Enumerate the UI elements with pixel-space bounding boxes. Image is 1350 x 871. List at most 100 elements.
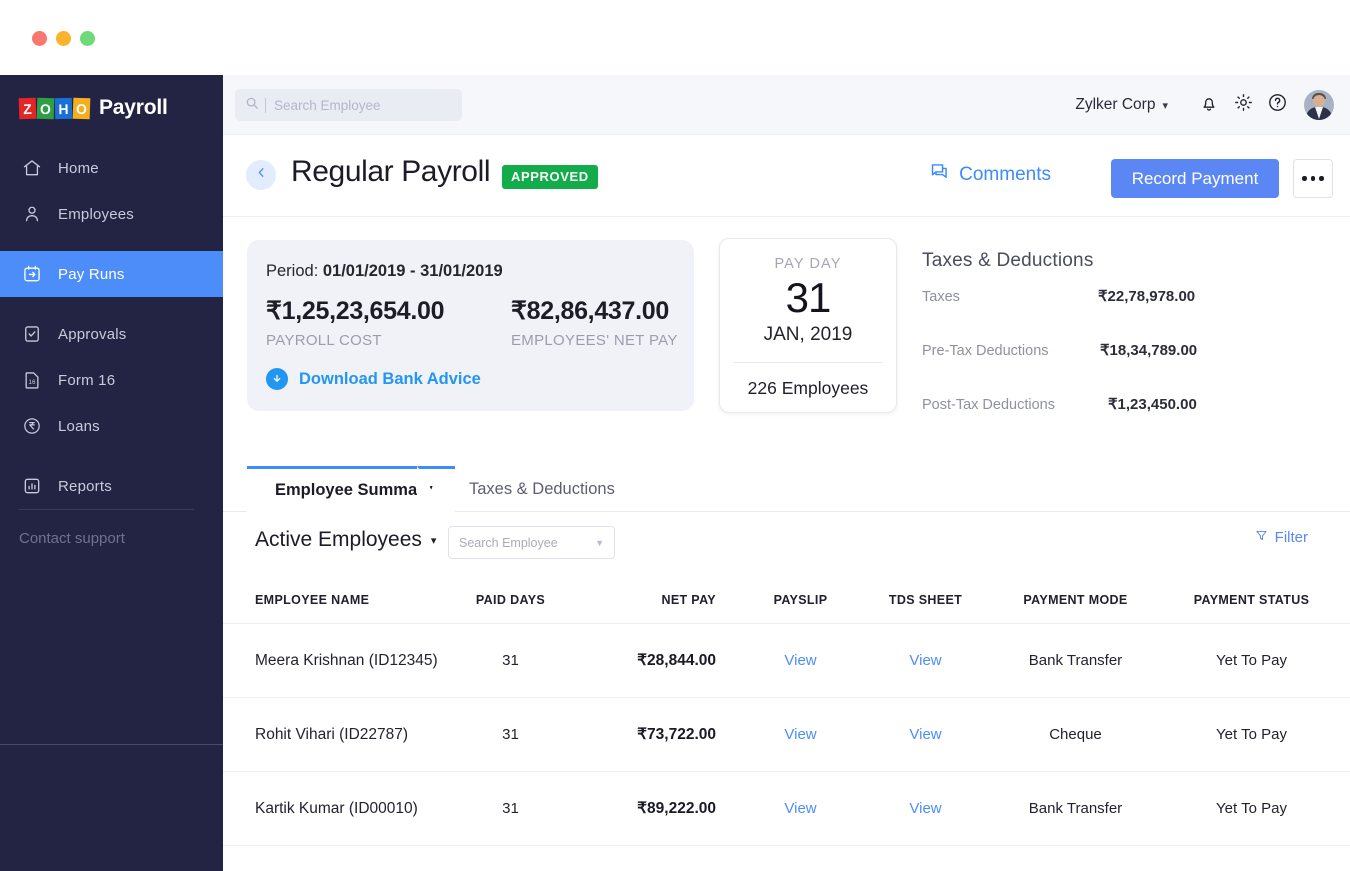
chevron-down-icon: ▾ <box>430 534 437 547</box>
taxes-row-taxes: Taxes ₹22,78,978.00 <box>922 288 1252 326</box>
sidebar-item-form-16[interactable]: 16 Form 16 <box>0 357 223 403</box>
zoho-payroll-logo[interactable]: Z O H O Payroll <box>18 93 168 123</box>
cell-employee-name: Rohit Vihari (ID22787) <box>255 725 409 743</box>
sidebar-item-approvals[interactable]: Approvals <box>0 311 223 357</box>
cell-payment-status: Yet To Pay <box>1216 800 1287 817</box>
payroll-cost-label: PAYROLL COST <box>266 332 382 349</box>
settings-button[interactable] <box>1226 88 1260 122</box>
taxes-row-taxes-value: ₹22,78,978.00 <box>1098 288 1196 305</box>
record-payment-button[interactable]: Record Payment <box>1111 159 1279 198</box>
employee-summary-table: EMPLOYEE NAME PAID DAYS NET PAY PAYSLIP … <box>223 576 1350 846</box>
user-icon <box>22 203 48 225</box>
column-header-payslip: PAYSLIP <box>773 592 828 607</box>
sidebar-item-home[interactable]: Home <box>0 145 223 191</box>
org-switcher[interactable]: Zylker Corp ▾ <box>1075 96 1168 114</box>
taxes-row-pretax-value: ₹18,34,789.00 <box>1100 342 1198 359</box>
window-traffic-lights <box>32 31 95 46</box>
pay-day-employee-count: 226 Employees <box>747 378 869 398</box>
net-pay-amount: ₹82,86,437.00 <box>511 297 669 325</box>
column-header-net-pay: NET PAY <box>661 592 716 607</box>
back-button[interactable] <box>246 160 276 190</box>
payslip-view-link[interactable]: View <box>784 800 816 817</box>
payslip-view-link[interactable]: View <box>784 652 816 669</box>
logo-tile-o2: O <box>72 97 91 119</box>
taxes-row-pretax-label: Pre-Tax Deductions <box>922 343 1049 359</box>
pay-day-card: PAY DAY 31 JAN, 2019 226 Employees <box>719 238 897 413</box>
pay-day-month-year: JAN, 2019 <box>763 324 853 345</box>
chevron-down-icon: ▼ <box>595 537 604 548</box>
tds-sheet-view-link[interactable]: View <box>909 726 941 743</box>
column-header-tds-sheet: TDS SHEET <box>888 592 963 607</box>
table-header-row: EMPLOYEE NAME PAID DAYS NET PAY PAYSLIP … <box>223 576 1350 624</box>
search-input[interactable]: Search Employee <box>235 89 462 121</box>
rupee-circle-icon <box>22 415 48 437</box>
filter-label: Filter <box>1274 529 1308 546</box>
cell-payment-status: Yet To Pay <box>1216 726 1287 743</box>
tds-sheet-view-link[interactable]: View <box>909 800 941 817</box>
cell-employee-name: Meera Krishnan (ID12345) <box>255 651 438 669</box>
close-window-button[interactable] <box>32 31 47 46</box>
taxes-row-posttax-label: Post-Tax Deductions <box>922 397 1055 413</box>
maximize-window-button[interactable] <box>80 31 95 46</box>
more-dot-3 <box>1319 176 1324 181</box>
taxes-row-posttax: Post-Tax Deductions ₹1,23,450.00 <box>922 396 1252 434</box>
logo-product-name: Payroll <box>99 96 168 119</box>
period-value: 01/01/2019 - 31/01/2019 <box>322 262 503 280</box>
sidebar-item-reports[interactable]: Reports <box>0 463 223 509</box>
sidebar-item-employees[interactable]: Employees <box>0 191 223 237</box>
more-dot-2 <box>1310 176 1316 181</box>
chevron-left-icon <box>255 166 268 184</box>
sidebar-row-guide-line <box>0 744 223 745</box>
help-button[interactable] <box>1260 88 1294 122</box>
search-placeholder: Search Employee <box>274 97 381 113</box>
period-label: Period: <box>266 262 319 280</box>
taxes-row-taxes-label: Taxes <box>922 289 960 305</box>
employee-search-placeholder: Search Employee <box>459 535 558 550</box>
table-row[interactable]: Rohit Vihari (ID22787) 31 ₹73,722.00 Vie… <box>223 698 1350 772</box>
sidebar-gap-3 <box>0 449 223 463</box>
cell-payment-mode: Bank Transfer <box>1028 800 1123 817</box>
avatar[interactable] <box>1304 90 1334 120</box>
sidebar-item-pay-runs[interactable]: Pay Runs <box>0 251 223 297</box>
filter-icon <box>1255 529 1268 546</box>
svg-text:16: 16 <box>29 379 36 386</box>
cell-paid-days: 31 <box>502 652 519 669</box>
employee-search-select[interactable]: Search Employee ▼ <box>448 526 615 559</box>
filter-button[interactable]: Filter <box>1248 529 1308 546</box>
table-row[interactable]: Kartik Kumar (ID00010) 31 ₹89,222.00 Vie… <box>223 772 1350 846</box>
table-row[interactable]: Meera Krishnan (ID12345) 31 ₹28,844.00 V… <box>223 624 1350 698</box>
gear-icon <box>1233 92 1254 118</box>
sidebar-gap-1 <box>0 237 223 251</box>
chevron-down-icon: ▾ <box>1162 99 1168 112</box>
tds-sheet-view-link[interactable]: View <box>909 652 941 669</box>
sidebar-contact-support[interactable]: Contact support <box>19 530 125 547</box>
app-window: Z O H O Payroll Home Employees Pay Runs … <box>0 0 1350 871</box>
sidebar: Z O H O Payroll Home Employees Pay Runs … <box>0 75 223 871</box>
taxes-deductions-summary: Taxes & Deductions Taxes ₹22,78,978.00 P… <box>922 250 1252 434</box>
minimize-window-button[interactable] <box>56 31 71 46</box>
employee-view-dropdown[interactable]: Active Employees ▾ <box>255 528 436 552</box>
cell-net-pay: ₹89,222.00 <box>637 800 716 817</box>
sidebar-item-employees-label: Employees <box>58 205 135 223</box>
comments-button[interactable]: Comments <box>920 161 1051 188</box>
window-titlebar <box>0 0 1350 75</box>
payslip-view-link[interactable]: View <box>784 726 816 743</box>
download-bank-advice-link[interactable]: Download Bank Advice <box>266 368 481 390</box>
page-title: Regular Payroll <box>291 155 491 188</box>
home-icon <box>22 157 48 179</box>
tab-taxes-deductions[interactable]: Taxes & Deductions <box>451 466 633 512</box>
sidebar-gap-2 <box>0 297 223 311</box>
more-actions-button[interactable] <box>1293 159 1333 198</box>
form16-icon: 16 <box>22 369 48 391</box>
pay-day-date: 31 <box>785 274 832 321</box>
cell-paid-days: 31 <box>502 800 519 817</box>
search-divider <box>265 97 266 113</box>
status-badge: APPROVED <box>502 165 598 189</box>
logo-tile-z: Z <box>18 97 37 119</box>
notifications-button[interactable] <box>1192 88 1226 122</box>
cell-net-pay: ₹28,844.00 <box>637 652 716 669</box>
cell-payment-status: Yet To Pay <box>1216 652 1287 669</box>
sidebar-item-reports-label: Reports <box>58 477 112 495</box>
sidebar-item-loans[interactable]: Loans <box>0 403 223 449</box>
sidebar-nav: Home Employees Pay Runs Approvals 16 For… <box>0 145 223 509</box>
